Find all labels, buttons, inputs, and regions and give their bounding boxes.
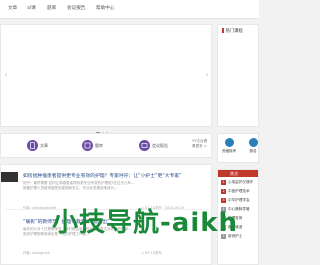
article-date: ◷ 09-10发布 xyxy=(141,251,162,255)
service-signup[interactable]: 报名 xyxy=(243,138,263,154)
watermark-text: 小技导航-aikh xyxy=(52,208,239,238)
hot-item[interactable]: 2 中医护理技术 xyxy=(221,189,250,194)
carousel-indicator[interactable] xyxy=(96,119,110,134)
main-banner[interactable]: ‹ › xyxy=(0,24,212,134)
nav-item-help[interactable]: 帮助中心 xyxy=(96,5,114,11)
nav-item-courses[interactable]: al课 xyxy=(27,5,36,11)
hot-articles-header: 热文 xyxy=(218,170,258,177)
article-title[interactable]: 如何给肿瘤患者提供更专业有效的护理？专家呼吁：让“小护士”更“大专家” xyxy=(23,172,182,179)
nav-item-question-bank[interactable]: 题库 xyxy=(47,5,56,11)
service-label: 报名 xyxy=(249,149,257,153)
meeting-icon xyxy=(139,140,150,151)
register-icon xyxy=(224,138,234,147)
chevron-right-icon[interactable]: › xyxy=(204,70,210,80)
article-author[interactable]: 作者: zhongmeh xyxy=(23,250,50,255)
quick-services-card: 资格报考 报名 xyxy=(217,133,259,163)
nav-item-articles[interactable]: 文章 xyxy=(8,5,17,11)
quick-links-bar: 文章 题库 会议报告 YY平台看 看更多 > xyxy=(0,133,212,158)
watermark-logo: 小技导航-aikh xyxy=(52,202,259,242)
quick-link-label: 文章 xyxy=(40,143,48,148)
hot-articles-title: 热文 xyxy=(230,171,239,176)
hot-item-text[interactable]: 心电监护仪操作 xyxy=(228,180,253,184)
nav-item-conference[interactable]: 会议报告 xyxy=(67,5,85,11)
hot-courses-card: 热门课程 xyxy=(217,24,259,127)
more-link[interactable]: YY平台看 看更多 > xyxy=(192,139,211,149)
hot-courses-title: 热门课程 xyxy=(225,29,243,34)
question-icon xyxy=(82,140,93,151)
signup-icon xyxy=(248,138,258,147)
document-icon xyxy=(27,140,38,151)
quick-link-label: 会议报告 xyxy=(152,143,168,148)
hot-courses-heading: 热门课程 xyxy=(222,28,243,34)
rank-number: 2 xyxy=(221,189,226,194)
hot-item-text[interactable]: 中医护理技术 xyxy=(228,189,250,193)
rank-number: 1 xyxy=(221,180,226,185)
service-label: 资格报考 xyxy=(221,149,237,153)
quick-link-label: 题库 xyxy=(95,143,103,148)
chevron-left-icon[interactable]: ‹ xyxy=(3,70,9,80)
service-register[interactable]: 资格报考 xyxy=(219,138,239,154)
article-summary: 肿瘤护理人员越来越受到重视和关注，专业化发展逐渐成为... xyxy=(23,186,118,190)
top-nav-bar: 文章 al课 题库 会议报告 帮助中心 xyxy=(0,0,259,19)
hot-item[interactable]: 1 心电监护仪操作 xyxy=(221,180,253,185)
article-thumbnail[interactable] xyxy=(1,172,18,182)
